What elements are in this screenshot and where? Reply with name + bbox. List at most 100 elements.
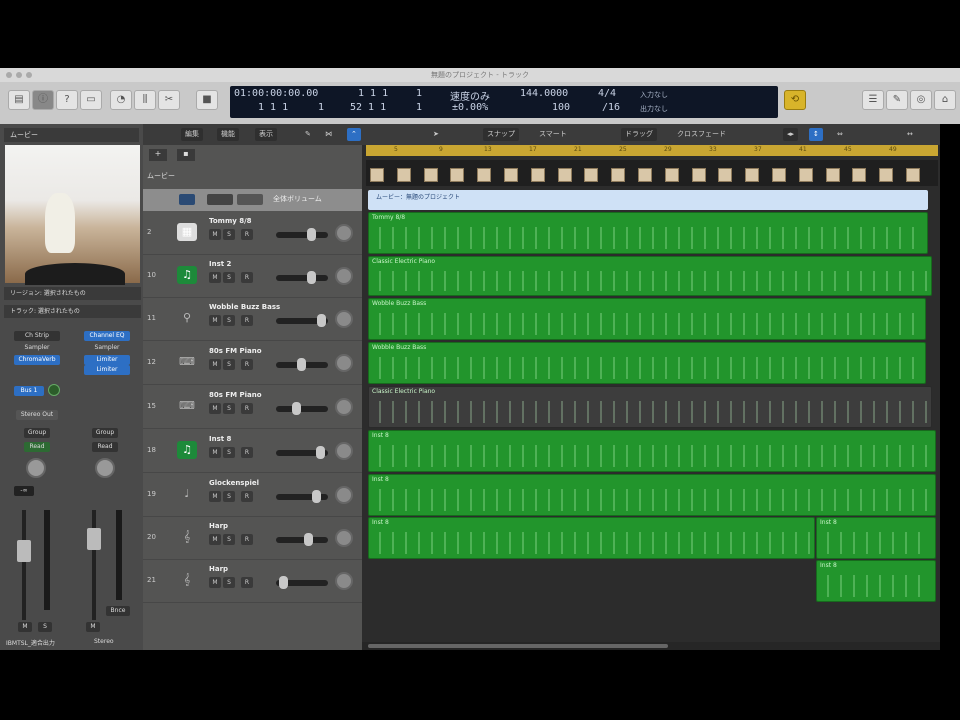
pan-knob[interactable]: [335, 398, 353, 416]
volume-slider[interactable]: [276, 358, 328, 371]
record-enable-button[interactable]: R: [241, 272, 253, 283]
scrollbar-thumb[interactable]: [368, 644, 668, 648]
mute-button[interactable]: M: [209, 534, 221, 545]
track-name[interactable]: Glockenspiel: [209, 479, 259, 487]
solo-button[interactable]: S: [223, 229, 235, 240]
browser-button[interactable]: ⌂: [934, 90, 956, 110]
pan-knob[interactable]: [335, 486, 353, 504]
tempo[interactable]: 144.0000: [520, 88, 568, 99]
volume-slider[interactable]: [276, 228, 328, 241]
slider-thumb[interactable]: [312, 490, 322, 503]
mute-button[interactable]: M: [209, 403, 221, 414]
track-name[interactable]: Inst 8: [209, 435, 231, 443]
track-name[interactable]: Tommy 8/8: [209, 217, 252, 225]
volume-slider[interactable]: [276, 446, 328, 459]
mute-button[interactable]: M: [209, 359, 221, 370]
send-level-knob[interactable]: [48, 384, 60, 396]
midi-region[interactable]: Inst 8: [368, 430, 936, 472]
pan-knob[interactable]: [335, 529, 353, 547]
group-slot-2[interactable]: Group: [92, 428, 118, 438]
group-slot-1[interactable]: Group: [24, 428, 50, 438]
solo-button[interactable]: S: [223, 534, 235, 545]
quick-help-button[interactable]: ?: [56, 90, 78, 110]
volume-slider[interactable]: [276, 402, 328, 415]
track-header[interactable]: 19 ♩ Glockenspiel M S R: [143, 474, 362, 517]
track-name[interactable]: Harp: [209, 522, 228, 530]
solo-button[interactable]: S: [223, 403, 235, 414]
waveform-zoom-icon[interactable]: ◂▸: [783, 128, 799, 141]
division[interactable]: /16: [602, 102, 620, 113]
zoom-slider[interactable]: ↔: [903, 128, 917, 141]
volume-fader-2[interactable]: [87, 510, 101, 620]
midi-region[interactable]: Inst 8: [816, 560, 936, 602]
mute-button-2[interactable]: M: [86, 622, 100, 632]
close-button[interactable]: [6, 72, 12, 78]
eq-slot-2[interactable]: Channel EQ: [84, 331, 130, 341]
record-enable-button[interactable]: R: [241, 447, 253, 458]
slider-thumb[interactable]: [315, 446, 325, 459]
record-enable-button[interactable]: R: [241, 229, 253, 240]
midi-region[interactable]: Wobble Buzz Bass: [368, 298, 926, 340]
fader-cap[interactable]: [87, 528, 101, 550]
slider-thumb[interactable]: [304, 533, 314, 546]
vertical-zoom-icon[interactable]: ↕: [809, 128, 823, 141]
track-name[interactable]: 80s FM Piano: [209, 347, 262, 355]
eq-slot-1[interactable]: Ch Strip: [14, 331, 60, 341]
track-name[interactable]: Inst 2: [209, 260, 231, 268]
inspector-button[interactable]: ⓘ: [32, 90, 54, 110]
volume-slider[interactable]: [276, 576, 328, 589]
flex-icon[interactable]: ⋈: [321, 128, 336, 141]
pointer-tool[interactable]: ➤: [429, 128, 443, 141]
library-button[interactable]: ▤: [8, 90, 30, 110]
record-enable-button[interactable]: R: [241, 491, 253, 502]
slider-thumb[interactable]: [279, 576, 289, 589]
track-header[interactable]: 2 ▦ Tommy 8/8 M S R: [143, 212, 362, 255]
global-ms-buttons[interactable]: [207, 194, 233, 205]
cycle-button[interactable]: ⟲: [784, 90, 806, 110]
pan-knob-2[interactable]: [95, 458, 115, 478]
midi-region[interactable]: Classic Electric Piano: [368, 386, 932, 428]
fx-slot-3[interactable]: Limiter: [84, 365, 130, 375]
edit-menu[interactable]: 編集: [181, 128, 203, 141]
send-slot[interactable]: Bus 1: [14, 386, 44, 396]
track-name[interactable]: Wobble Buzz Bass: [209, 303, 280, 311]
record-enable-button[interactable]: R: [241, 315, 253, 326]
mute-button-1[interactable]: M: [18, 622, 32, 632]
midi-region[interactable]: Inst 8: [816, 517, 936, 559]
slider-thumb[interactable]: [316, 314, 326, 327]
pan-knob-1[interactable]: [26, 458, 46, 478]
midi-region[interactable]: Inst 8: [368, 474, 936, 516]
drag-menu[interactable]: クロスフェード: [673, 128, 730, 141]
track-inspector-toggle[interactable]: トラック: 選択されたもの: [4, 305, 141, 318]
toolbar-button[interactable]: ▭: [80, 90, 102, 110]
movie-region[interactable]: ムービー：無題のプロジェクト: [368, 190, 928, 210]
midi-region[interactable]: Classic Electric Piano: [368, 256, 932, 296]
track-header[interactable]: 12 ⌨ 80s FM Piano M S R: [143, 342, 362, 385]
pan-knob[interactable]: [335, 310, 353, 328]
time-signature[interactable]: 4/4: [598, 88, 616, 99]
slider-thumb[interactable]: [291, 402, 301, 415]
track-header[interactable]: 21 𝄞 Harp M S R: [143, 560, 362, 603]
bounce-button[interactable]: Bnce: [106, 606, 130, 616]
record-enable-button[interactable]: R: [241, 359, 253, 370]
output-slot[interactable]: Stereo Out: [16, 410, 58, 420]
fader-cap[interactable]: [17, 540, 31, 562]
minimize-button[interactable]: [16, 72, 22, 78]
track-header[interactable]: 18 ♫ Inst 8 M S R: [143, 430, 362, 473]
function-menu[interactable]: 機能: [217, 128, 239, 141]
track-header[interactable]: 11 ⚲ Wobble Buzz Bass M S R: [143, 298, 362, 341]
mute-button[interactable]: M: [209, 272, 221, 283]
slider-thumb[interactable]: [307, 228, 317, 241]
track-options-icon[interactable]: ▪: [177, 149, 195, 161]
smart-controls-button[interactable]: ◔: [110, 90, 132, 110]
pan-knob[interactable]: [335, 572, 353, 590]
mute-button[interactable]: M: [209, 315, 221, 326]
pencil-icon[interactable]: ✎: [301, 128, 315, 141]
ruler[interactable]: 5 9 13 17 21 25 29 33 37 41 45 49: [366, 145, 938, 156]
pan-knob[interactable]: [335, 442, 353, 460]
notepad-button[interactable]: ✎: [886, 90, 908, 110]
zoom-button[interactable]: [26, 72, 32, 78]
solo-button[interactable]: S: [223, 315, 235, 326]
solo-button[interactable]: S: [223, 272, 235, 283]
stop-button[interactable]: ■: [196, 90, 218, 110]
